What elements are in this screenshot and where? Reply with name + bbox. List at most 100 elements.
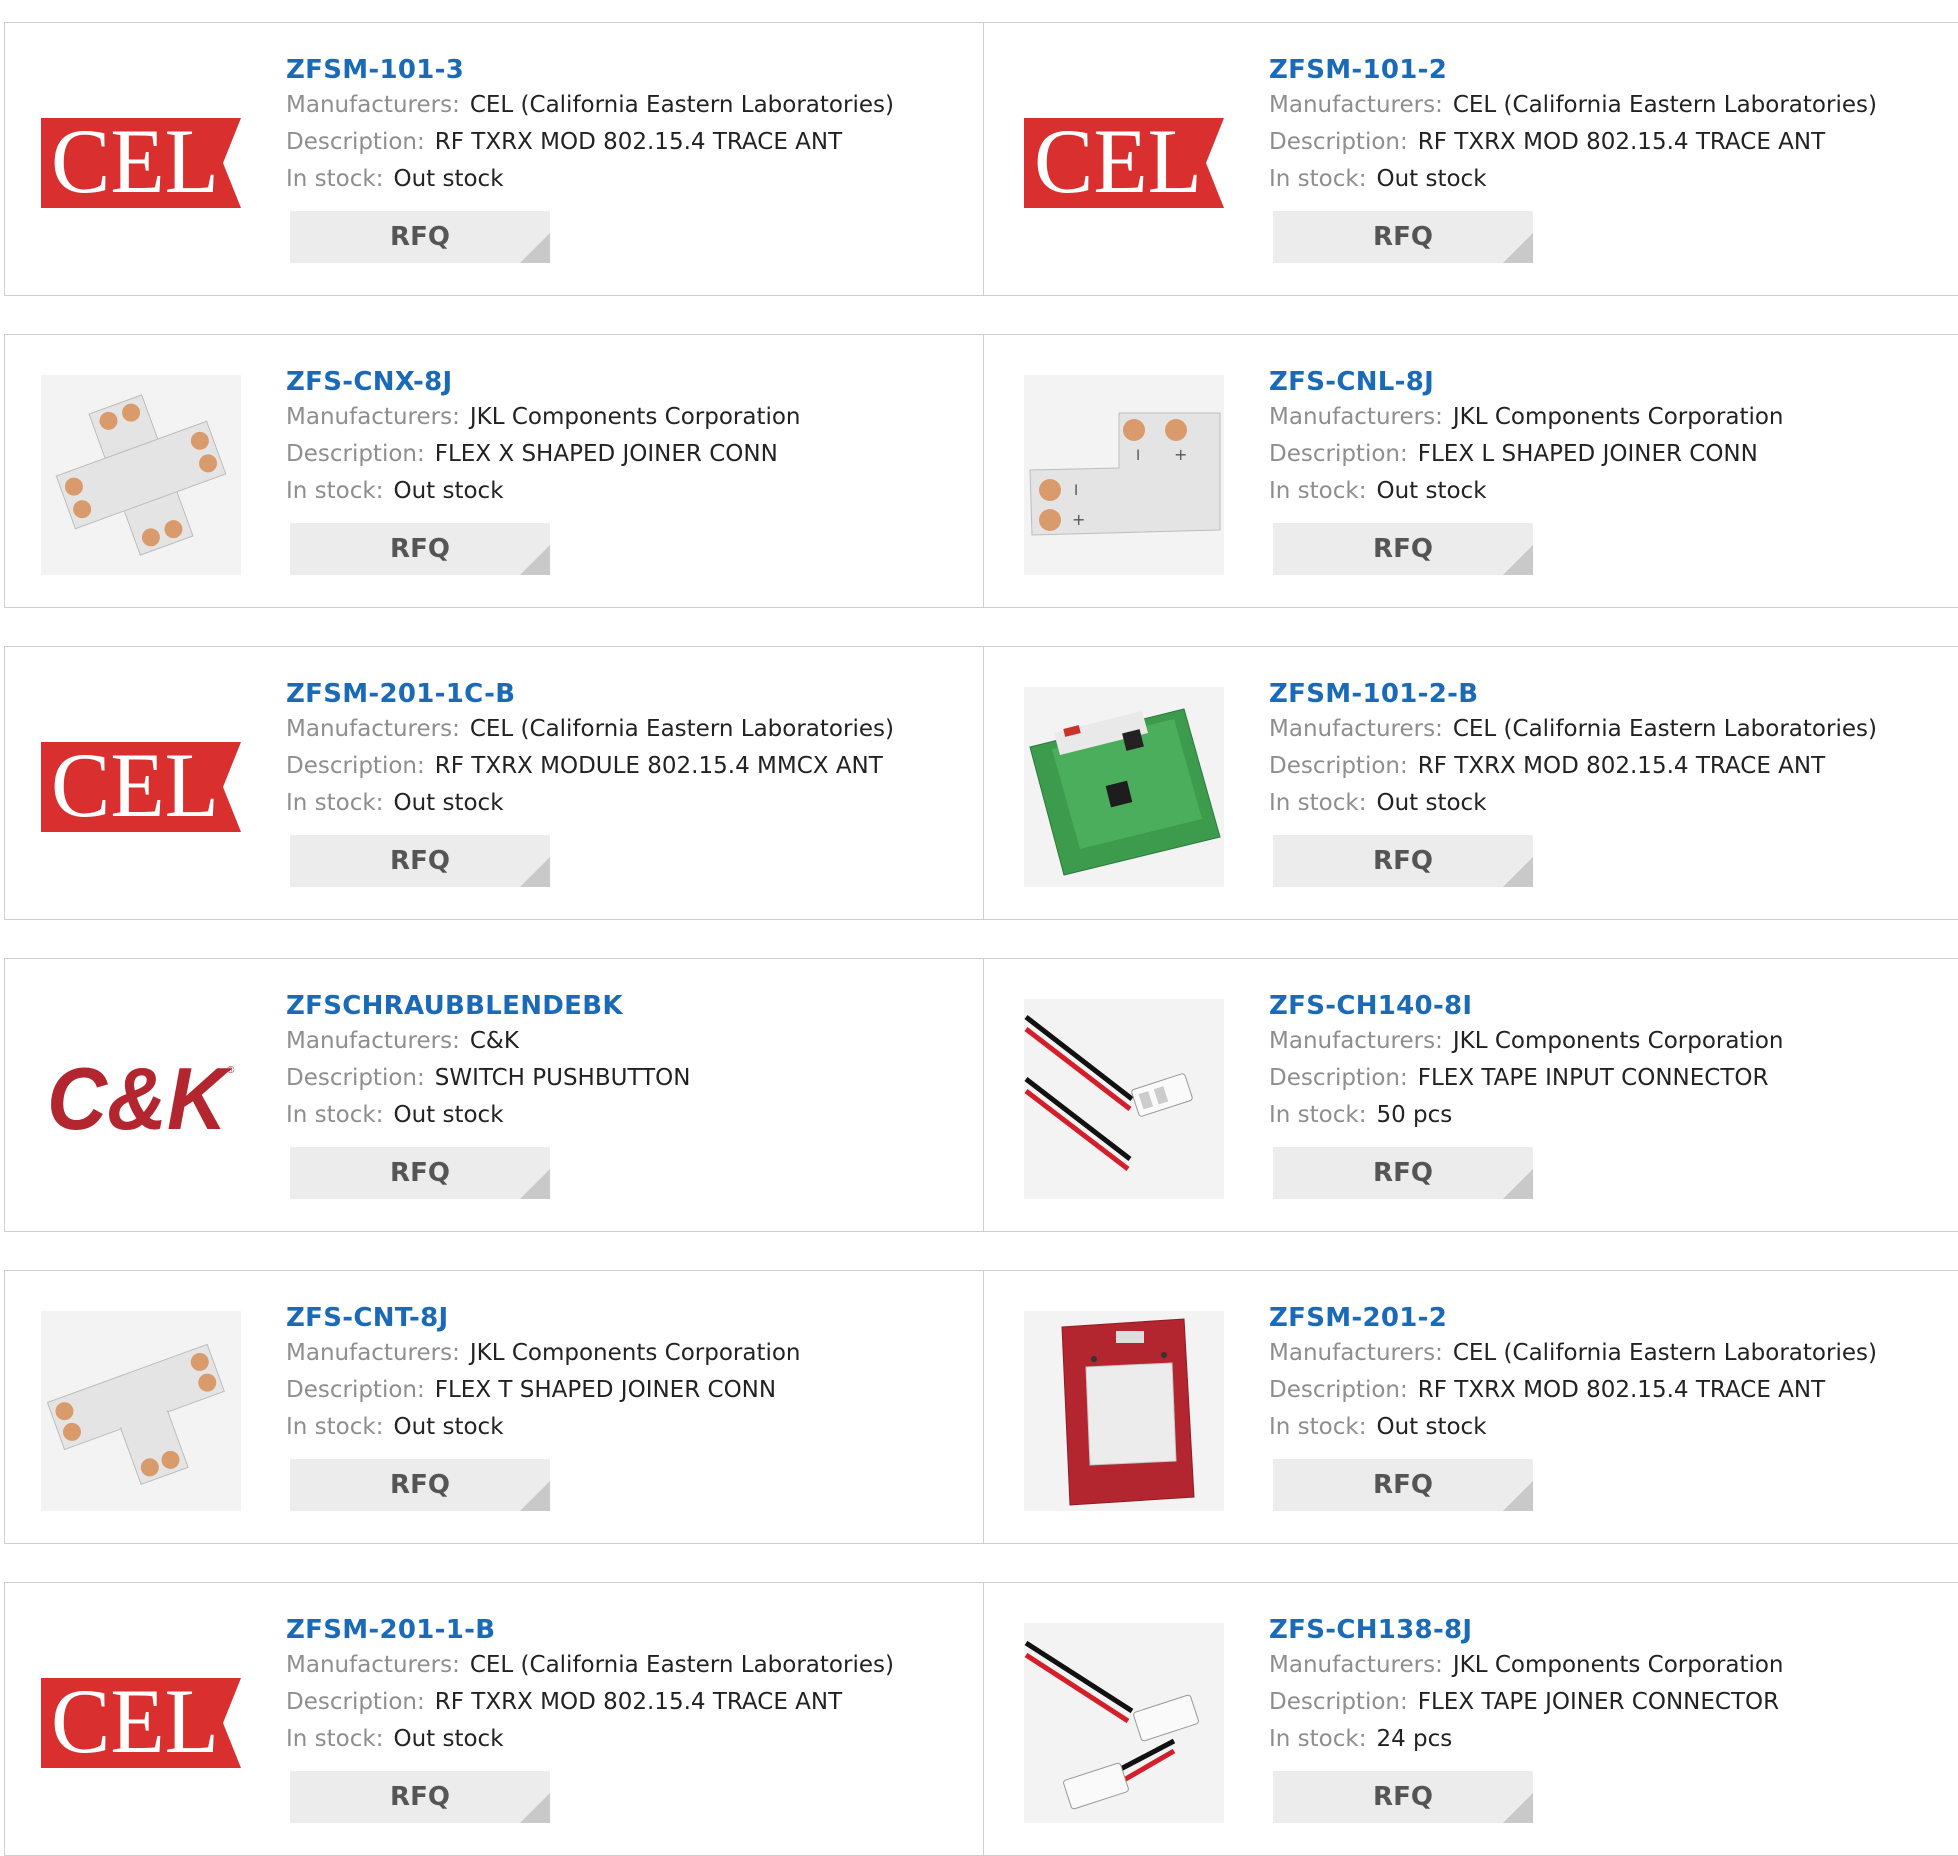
manufacturer-field: Manufacturers: JKL Components Corporation [286,399,973,436]
product-card: ZFS-CH140-8I Manufacturers: JKL Components… [984,959,1958,1231]
description-field: Description: FLEX TAPE INPUT CONNECTOR [1269,1060,1949,1097]
description-label: Description: [286,753,425,779]
manufacturer-label: Manufacturers: [286,1340,460,1366]
cel-logo[interactable]: CEL [41,63,241,263]
description-value: RF TXRX MOD 802.15.4 TRACE ANT [434,129,843,155]
description-field: Description: FLEX TAPE JOINER CONNECTOR [1269,1684,1949,1721]
stock-value: Out stock [393,1726,504,1752]
description-field: Description: FLEX T SHAPED JOINER CONN [286,1372,973,1409]
product-part-link[interactable]: ZFSM-101-3 [286,53,464,87]
cel-logo[interactable]: CEL [41,687,241,887]
description-label: Description: [286,1065,425,1091]
rfq-button[interactable]: RFQ [1273,1459,1533,1511]
green-module-product-image[interactable] [1024,687,1224,887]
product-part-link[interactable]: ZFS-CNT-8J [286,1301,448,1335]
product-part-link[interactable]: ZFS-CH138-8J [1269,1613,1472,1647]
cel-logo[interactable]: CEL [41,1623,241,1823]
rfq-button[interactable]: RFQ [1273,211,1533,263]
description-field: Description: SWITCH PUSHBUTTON [286,1060,973,1097]
manufacturer-value: CEL (California Eastern Laboratories) [1452,92,1877,118]
manufacturer-value: JKL Components Corporation [1452,1652,1784,1678]
ck-logo[interactable]: C&K ® [41,999,241,1199]
stock-field: In stock: Out stock [1269,161,1949,198]
svg-text:+: + [1174,445,1187,464]
rfq-button[interactable]: RFQ [1273,1147,1533,1199]
product-info: ZFSM-101-3 Manufacturers: CEL (California … [286,53,973,263]
product-card: I + I + ZFS-CNL-8J Manufacturers: JKL Componen… [984,335,1958,607]
stock-field: In stock: Out stock [1269,1409,1949,1446]
product-row: ZFS-CNX-8J Manufacturers: JKL Components C… [4,334,1958,608]
description-value: RF TXRX MOD 802.15.4 TRACE ANT [1417,129,1826,155]
stock-field: In stock: Out stock [286,1097,973,1134]
product-part-link[interactable]: ZFS-CH140-8I [1269,989,1472,1023]
rfq-label: RFQ [1373,222,1433,252]
product-part-link[interactable]: ZFS-CNL-8J [1269,365,1434,399]
x-joiner-product-image[interactable] [41,375,241,575]
rfq-label: RFQ [390,846,450,876]
manufacturer-value: JKL Components Corporation [1452,404,1784,430]
product-info: ZFSM-101-2-B Manufacturers: CEL (Californi… [1269,677,1949,887]
rfq-label: RFQ [1373,1782,1433,1812]
product-part-link[interactable]: ZFSM-201-2 [1269,1301,1447,1335]
manufacturer-field: Manufacturers: CEL (California Eastern La… [1269,1335,1949,1372]
product-info: ZFSM-201-1-B Manufacturers: CEL (Californi… [286,1613,973,1823]
l-joiner-product-image[interactable]: I + I + [1024,375,1224,575]
stock-label: In stock: [286,166,384,192]
rfq-button[interactable]: RFQ [290,211,550,263]
product-part-link[interactable]: ZFSCHRAUBBLENDEBK [286,989,623,1023]
stock-field: In stock: Out stock [286,785,973,822]
description-field: Description: FLEX L SHAPED JOINER CONN [1269,436,1949,473]
manufacturer-label: Manufacturers: [1269,1652,1443,1678]
description-field: Description: RF TXRX MODULE 802.15.4 MMCX… [286,748,973,785]
product-part-link[interactable]: ZFSM-101-2-B [1269,677,1478,711]
manufacturer-label: Manufacturers: [286,92,460,118]
product-part-link[interactable]: ZFSM-201-1-B [286,1613,495,1647]
red-module-product-image[interactable] [1024,1311,1224,1511]
stock-value: Out stock [1376,1414,1487,1440]
rfq-label: RFQ [1373,1470,1433,1500]
rfq-label: RFQ [1373,1158,1433,1188]
stock-value: Out stock [393,790,504,816]
rfq-button[interactable]: RFQ [290,1771,550,1823]
rfq-button[interactable]: RFQ [1273,1771,1533,1823]
corner-triangle-icon [520,1481,550,1511]
description-label: Description: [1269,1065,1408,1091]
corner-triangle-icon [1503,1481,1533,1511]
product-info: ZFS-CH140-8I Manufacturers: JKL Components… [1269,989,1949,1199]
stock-value: Out stock [1376,166,1487,192]
rfq-button[interactable]: RFQ [290,835,550,887]
manufacturer-value: CEL (California Eastern Laboratories) [469,716,894,742]
rfq-button[interactable]: RFQ [290,1459,550,1511]
manufacturer-field: Manufacturers: JKL Components Corporation [1269,399,1949,436]
corner-triangle-icon [520,1169,550,1199]
product-part-link[interactable]: ZFS-CNX-8J [286,365,452,399]
wire-connector-product-image[interactable] [1024,999,1224,1199]
svg-text:CEL: CEL [51,734,219,836]
description-value: FLEX X SHAPED JOINER CONN [434,441,778,467]
stock-label: In stock: [286,478,384,504]
stock-field: In stock: Out stock [286,161,973,198]
cel-logo[interactable]: CEL [1024,63,1224,263]
rfq-button[interactable]: RFQ [290,523,550,575]
stock-field: In stock: Out stock [1269,785,1949,822]
manufacturer-field: Manufacturers: JKL Components Corporation [1269,1023,1949,1060]
product-row: ZFS-CNT-8J Manufacturers: JKL Components C… [4,1270,1958,1544]
manufacturer-field: Manufacturers: JKL Components Corporation [286,1335,973,1372]
t-joiner-product-image[interactable] [41,1311,241,1511]
product-part-link[interactable]: ZFSM-101-2 [1269,53,1447,87]
description-field: Description: RF TXRX MOD 802.15.4 TRACE A… [1269,1372,1949,1409]
manufacturer-value: CEL (California Eastern Laboratories) [469,92,894,118]
wire-joiner-product-image[interactable] [1024,1623,1224,1823]
svg-text:CEL: CEL [51,110,219,212]
svg-text:®: ® [227,1065,235,1076]
rfq-button[interactable]: RFQ [290,1147,550,1199]
manufacturer-label: Manufacturers: [286,716,460,742]
description-field: Description: RF TXRX MOD 802.15.4 TRACE A… [1269,124,1949,161]
description-value: SWITCH PUSHBUTTON [434,1065,691,1091]
product-part-link[interactable]: ZFSM-201-1C-B [286,677,515,711]
rfq-button[interactable]: RFQ [1273,835,1533,887]
manufacturer-label: Manufacturers: [286,404,460,430]
corner-triangle-icon [520,857,550,887]
corner-triangle-icon [1503,233,1533,263]
rfq-button[interactable]: RFQ [1273,523,1533,575]
